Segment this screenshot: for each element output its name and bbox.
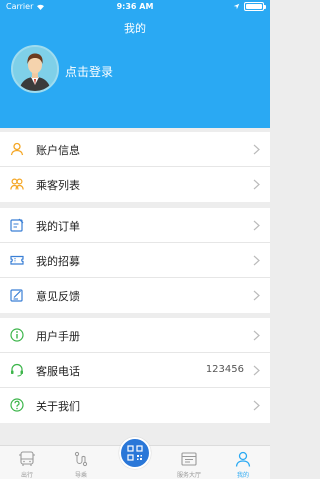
headset-icon <box>11 363 23 377</box>
tab-service-hall[interactable]: 服务大厅 <box>162 446 216 479</box>
chevron-right-icon <box>253 365 260 376</box>
ticket-icon <box>10 255 24 265</box>
location-arrow-icon <box>233 3 240 10</box>
status-bar: Carrier 9:36 AM <box>0 0 270 14</box>
list-item-my-orders[interactable]: 我的订单 <box>0 208 270 243</box>
list-item-label: 账户信息 <box>36 144 80 157</box>
tab-travel[interactable]: 出行 <box>0 446 54 479</box>
bus-icon <box>19 451 35 466</box>
tab-mine[interactable]: 我的 <box>216 446 270 479</box>
person-icon <box>10 142 24 156</box>
qr-scan-button[interactable] <box>119 437 151 469</box>
phone-number: 123456 <box>205 364 244 375</box>
chevron-right-icon <box>253 179 260 190</box>
chevron-right-icon <box>253 290 260 301</box>
chevron-right-icon <box>253 330 260 341</box>
service-hall-icon <box>181 452 197 466</box>
info-icon <box>10 328 24 342</box>
passengers-icon <box>10 178 24 190</box>
orders-group: 我的订单 我的招募 意见反馈 <box>0 208 270 313</box>
tab-label: 出行 <box>20 472 33 479</box>
tab-label: 服务大厅 <box>176 472 201 479</box>
list-item-user-manual[interactable]: 用户手册 <box>0 318 270 353</box>
status-right <box>233 2 266 11</box>
tab-label: 我的 <box>236 472 249 479</box>
list-item-label: 用户手册 <box>36 330 80 343</box>
status-time: 9:36 AM <box>116 2 154 11</box>
tab-label: 导乘 <box>74 472 87 479</box>
question-icon <box>10 398 24 412</box>
chevron-right-icon <box>253 255 260 266</box>
list-item-my-recruitment[interactable]: 我的招募 <box>0 243 270 278</box>
help-group: 用户手册 客服电话 123456 关于我们 <box>0 318 270 423</box>
avatar[interactable] <box>11 45 59 93</box>
user-avatar-icon <box>13 47 57 91</box>
profile-header: Carrier 9:36 AM 我的 点击登录 <box>0 0 270 128</box>
list-item-label: 我的招募 <box>36 255 80 268</box>
order-icon <box>10 218 24 232</box>
list-item-label: 关于我们 <box>36 400 80 413</box>
chevron-right-icon <box>253 400 260 411</box>
battery-icon <box>244 2 266 11</box>
route-icon <box>74 451 88 467</box>
page-title: 我的 <box>124 22 146 35</box>
list-item-account-info[interactable]: 账户信息 <box>0 132 270 167</box>
list-item-label: 意见反馈 <box>36 290 80 303</box>
qr-scan-icon <box>127 445 143 461</box>
account-group: 账户信息 乘客列表 <box>0 132 270 202</box>
feedback-icon <box>10 289 23 302</box>
tab-guide[interactable]: 导乘 <box>54 446 108 479</box>
list-item-label: 乘客列表 <box>36 179 80 192</box>
list-item-about-us[interactable]: 关于我们 <box>0 388 270 423</box>
list-item-feedback[interactable]: 意见反馈 <box>0 278 270 313</box>
list-item-label: 客服电话 <box>36 365 80 378</box>
list-item-customer-service[interactable]: 客服电话 123456 <box>0 353 270 388</box>
login-link[interactable]: 点击登录 <box>65 63 113 80</box>
chevron-right-icon <box>253 144 260 155</box>
list-item-passenger-list[interactable]: 乘客列表 <box>0 167 270 202</box>
chevron-right-icon <box>253 220 260 231</box>
profile-icon <box>235 451 251 467</box>
list-item-label: 我的订单 <box>36 220 80 233</box>
